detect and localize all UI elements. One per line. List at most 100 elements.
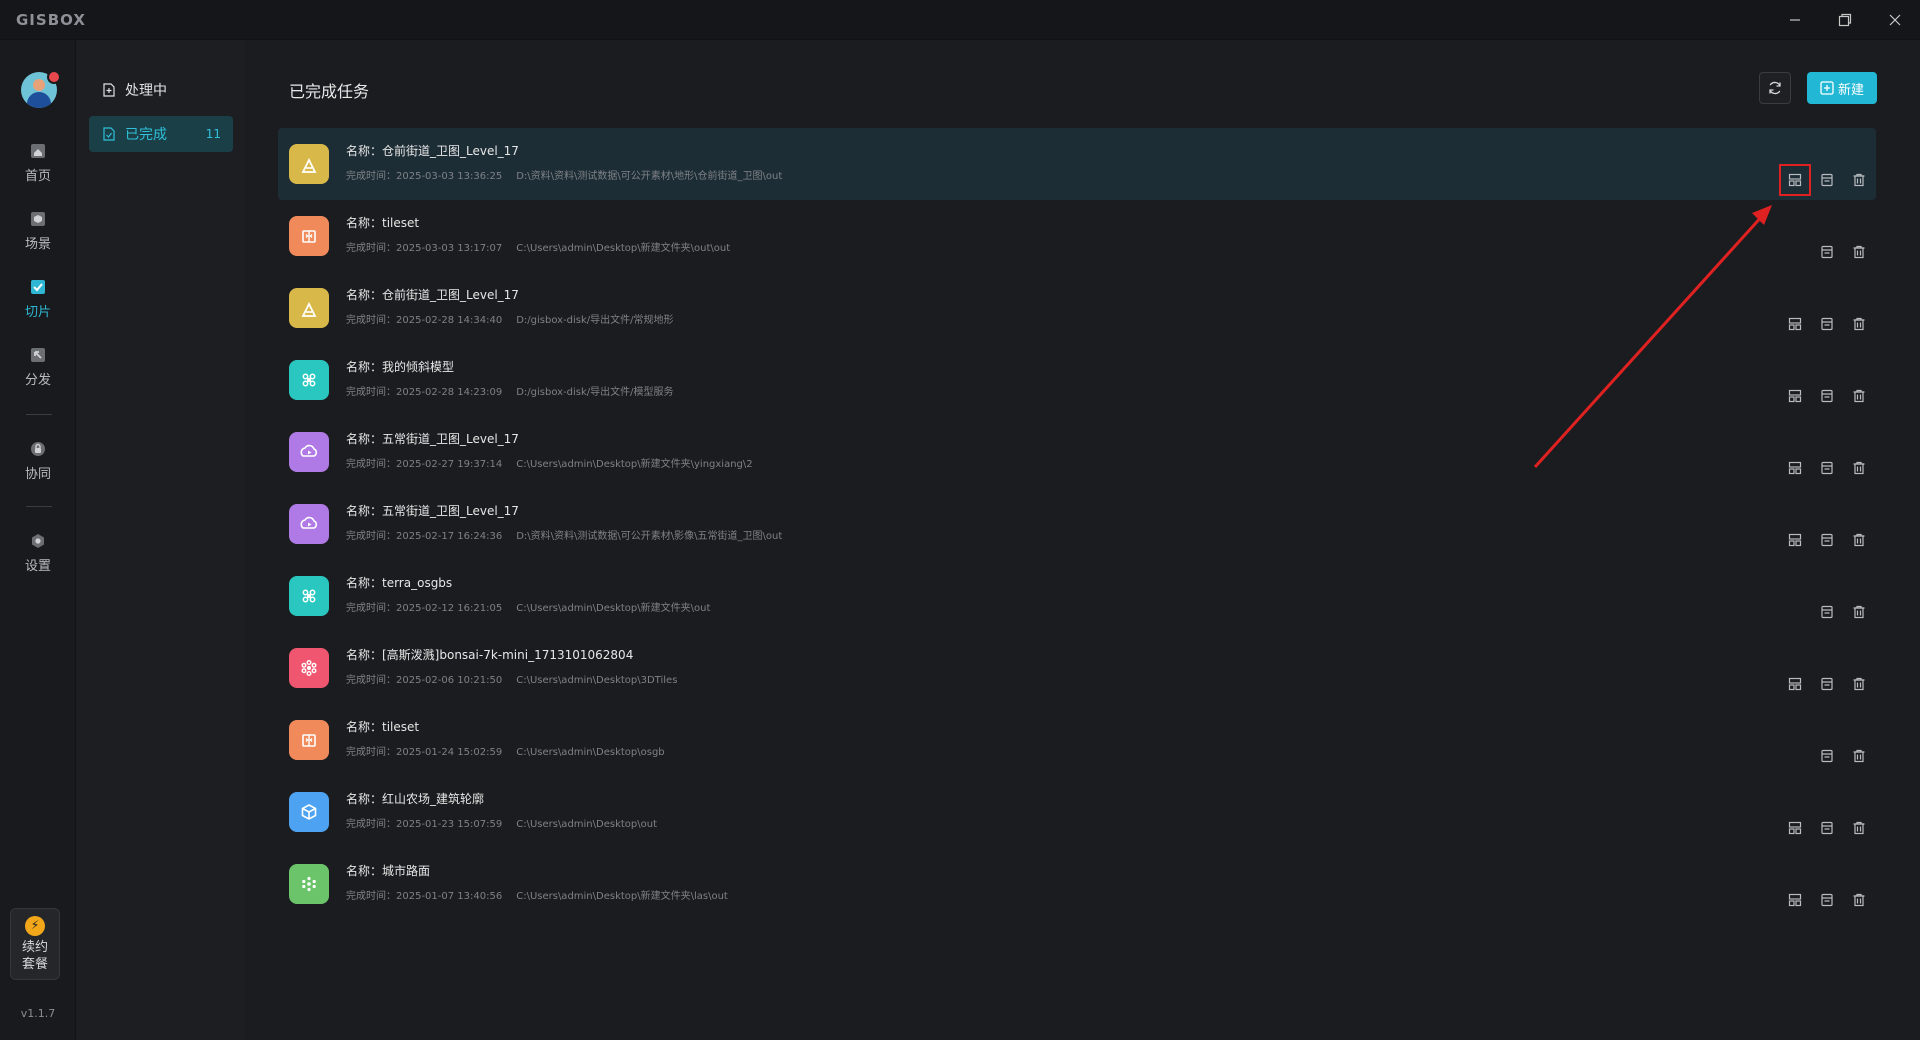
task-time: 完成时间：2025-02-17 16:24:36 [346, 531, 503, 542]
publish-service-button[interactable] [1784, 457, 1806, 479]
main-content: 已完成任务 新建 名称：仓前街道_卫图_Level_17 完成时间：2025-03… [246, 40, 1920, 1040]
rail-item-slice[interactable]: 切片 [0, 270, 76, 326]
delete-icon [1853, 749, 1865, 763]
task-meta: 完成时间：2025-02-28 14:23:09 D:/gisbox-disk/导… [346, 383, 674, 398]
task-name: 名称：五常街道_卫图_Level_17 [346, 432, 519, 446]
task-row[interactable]: 名称：tileset 完成时间：2025-03-03 13:17:07 C:\Use… [278, 200, 1876, 272]
task-row[interactable]: 名称：城市路面 完成时间：2025-01-07 13:40:56 C:\Users\… [278, 848, 1876, 920]
task-time: 完成时间：2025-02-12 16:21:05 [346, 603, 503, 614]
lightning-icon: ⚡ [25, 915, 45, 936]
open-folder-button[interactable] [1816, 241, 1838, 263]
rail-item-scene[interactable]: 场景 [0, 202, 76, 258]
task-time: 完成时间：2025-03-03 13:17:07 [346, 243, 503, 254]
app-version: v1.1.7 [20, 1007, 56, 1020]
task-meta: 完成时间：2025-03-03 13:36:25 D:\资料\资料\测试数据\可公… [346, 167, 782, 182]
delete-icon [1853, 893, 1865, 907]
tileset-icon [289, 216, 329, 256]
task-actions [1766, 673, 1876, 695]
publish-service-button[interactable] [1779, 164, 1811, 196]
publish-service-button[interactable] [1784, 673, 1806, 695]
terrain-icon [289, 144, 329, 184]
subnav-completed[interactable]: 已完成 11 [89, 116, 233, 152]
page-title: 已完成任务 [289, 82, 370, 101]
imagery-icon [289, 432, 329, 472]
task-row[interactable]: 名称：五常街道_卫图_Level_17 完成时间：2025-02-27 19:37… [278, 416, 1876, 488]
rail-divider [26, 506, 52, 507]
open-folder-button[interactable] [1816, 385, 1838, 407]
oblique-model-icon [289, 360, 329, 400]
restore-button[interactable] [1820, 0, 1870, 40]
subnav-processing[interactable]: 处理中 [89, 72, 233, 108]
rail-item-home[interactable]: 首页 [0, 134, 76, 190]
task-actions [1766, 601, 1876, 623]
restore-icon [1838, 13, 1852, 26]
open-folder-button[interactable] [1816, 889, 1838, 911]
imagery-icon [289, 504, 329, 544]
open-folder-button[interactable] [1816, 529, 1838, 551]
task-actions [1766, 889, 1876, 911]
publish-service-button[interactable] [1784, 313, 1806, 335]
oblique-model-icon [289, 576, 329, 616]
rail-item-label: 首页 [24, 168, 51, 184]
file-check-icon [103, 127, 115, 141]
rail-item-collab[interactable]: 协同 [0, 432, 76, 488]
publish-service-icon [1788, 389, 1802, 403]
task-row[interactable]: 名称：五常街道_卫图_Level_17 完成时间：2025-02-17 16:24… [278, 488, 1876, 560]
delete-task-button[interactable] [1848, 241, 1870, 263]
refresh-button[interactable] [1759, 72, 1791, 104]
delete-task-button[interactable] [1848, 673, 1870, 695]
open-folder-button[interactable] [1816, 817, 1838, 839]
file-icon [1821, 533, 1833, 547]
publish-service-icon [1788, 821, 1802, 835]
task-row[interactable]: 名称：仓前街道_卫图_Level_17 完成时间：2025-03-03 13:36… [278, 128, 1876, 200]
delete-task-button[interactable] [1848, 745, 1870, 767]
task-path: D:/gisbox-disk/导出文件/常规地形 [516, 315, 674, 326]
delete-task-button[interactable] [1848, 817, 1870, 839]
delete-task-button[interactable] [1848, 889, 1870, 911]
task-row[interactable]: 名称：tileset 完成时间：2025-01-24 15:02:59 C:\Use… [278, 704, 1876, 776]
minimize-button[interactable] [1770, 0, 1820, 40]
renew-plan-button[interactable]: ⚡ 续约 套餐 [10, 908, 60, 980]
open-folder-button[interactable] [1816, 601, 1838, 623]
publish-service-button[interactable] [1784, 889, 1806, 911]
publish-service-icon [1788, 173, 1802, 187]
publish-service-icon [1788, 461, 1802, 475]
open-folder-button[interactable] [1816, 673, 1838, 695]
close-button[interactable] [1870, 0, 1920, 40]
task-time: 完成时间：2025-01-24 15:02:59 [346, 747, 503, 758]
rail-item-label: 设置 [24, 558, 51, 574]
publish-service-button[interactable] [1784, 817, 1806, 839]
task-actions [1766, 529, 1876, 551]
delete-task-button[interactable] [1848, 385, 1870, 407]
task-actions [1766, 457, 1876, 479]
delete-task-button[interactable] [1848, 169, 1870, 191]
task-path: C:\Users\admin\Desktop\新建文件夹\las\out [516, 891, 728, 902]
delete-task-button[interactable] [1848, 457, 1870, 479]
publish-service-button[interactable] [1784, 385, 1806, 407]
task-row[interactable]: 名称：红山农场_建筑轮廓 完成时间：2025-01-23 15:07:59 C:\U… [278, 776, 1876, 848]
task-row[interactable]: 名称：terra_osgbs 完成时间：2025-02-12 16:21:05 C:… [278, 560, 1876, 632]
file-icon [1821, 317, 1833, 331]
publish-service-button[interactable] [1784, 529, 1806, 551]
new-task-button[interactable]: 新建 [1807, 72, 1877, 104]
task-row[interactable]: 名称：我的倾斜模型 完成时间：2025-02-28 14:23:09 D:/gisb… [278, 344, 1876, 416]
gaussian-splat-icon [289, 648, 329, 688]
rail-item-settings[interactable]: 设置 [0, 524, 76, 580]
window-controls [1770, 0, 1920, 40]
delete-task-button[interactable] [1848, 601, 1870, 623]
rail-item-distribute[interactable]: 分发 [0, 338, 76, 394]
task-time: 完成时间：2025-03-03 13:36:25 [346, 171, 503, 182]
task-row[interactable]: 名称：仓前街道_卫图_Level_17 完成时间：2025-02-28 14:34… [278, 272, 1876, 344]
open-folder-button[interactable] [1816, 745, 1838, 767]
task-path: D:/gisbox-disk/导出文件/模型服务 [516, 387, 674, 398]
open-folder-button[interactable] [1816, 313, 1838, 335]
open-folder-button[interactable] [1816, 457, 1838, 479]
task-row[interactable]: 名称：[高斯泼溅]bonsai-7k-mini_1713101062804 完成时… [278, 632, 1876, 704]
delete-task-button[interactable] [1848, 529, 1870, 551]
task-name: 名称：tileset [346, 720, 420, 734]
delete-task-button[interactable] [1848, 313, 1870, 335]
open-folder-button[interactable] [1816, 169, 1838, 191]
delete-icon [1853, 605, 1865, 619]
renew-line-2: 套餐 [21, 956, 48, 972]
task-meta: 完成时间：2025-01-23 15:07:59 C:\Users\admin\D… [346, 815, 657, 830]
